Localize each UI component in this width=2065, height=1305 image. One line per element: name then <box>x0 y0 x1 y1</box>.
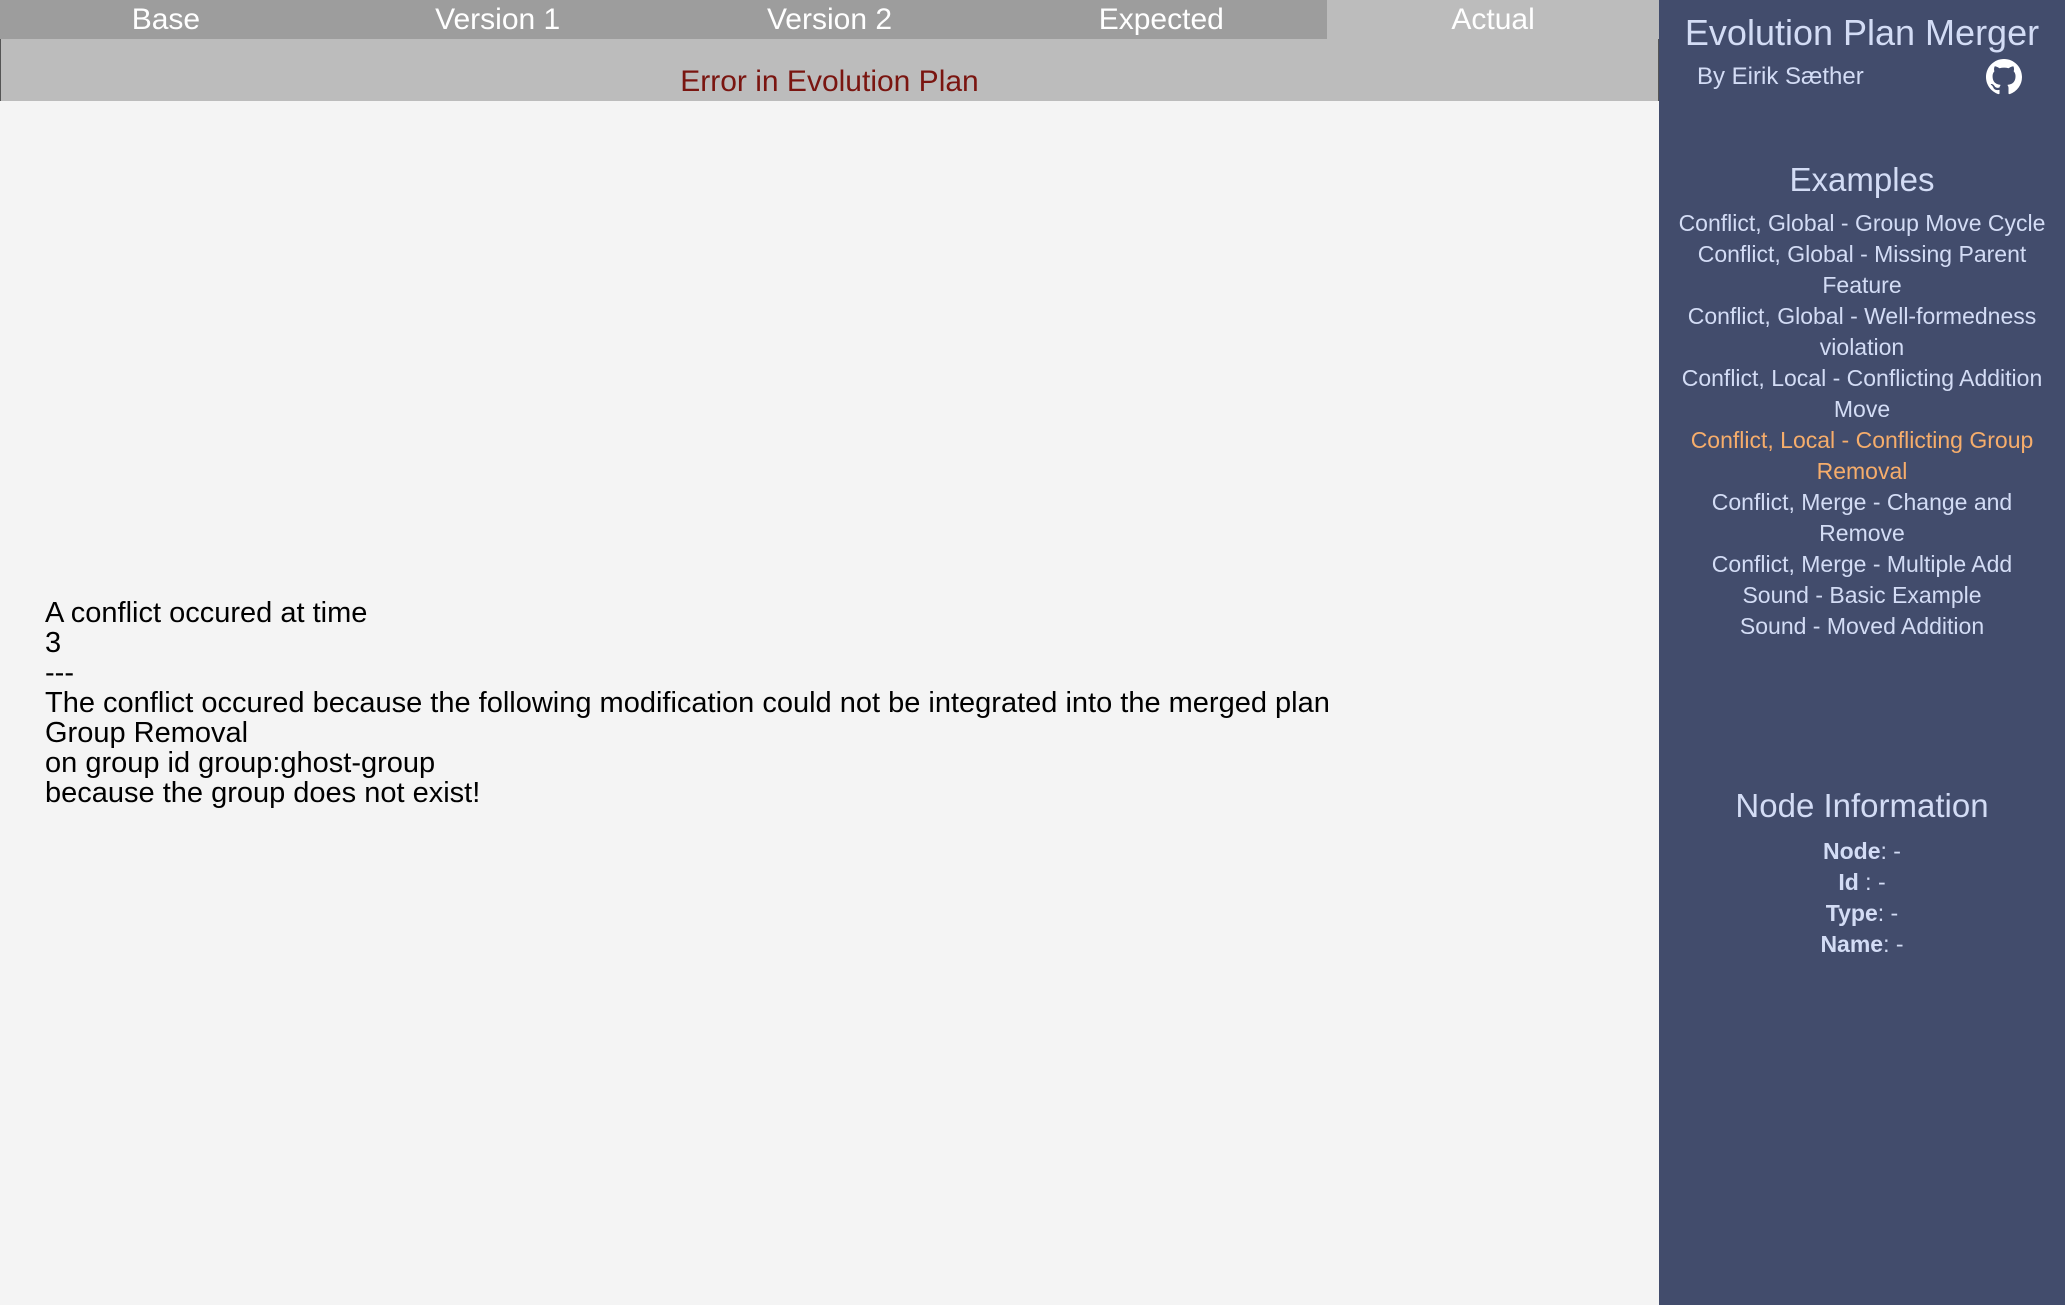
name-label: Name <box>1820 931 1884 957</box>
github-icon[interactable] <box>1986 59 2022 95</box>
sidebar: Evolution Plan Merger By Eirik Sæther Ex… <box>1659 0 2065 1305</box>
type-value: : - <box>1877 900 1899 926</box>
example-link[interactable]: Conflict, Global - Well-formedness viola… <box>1671 301 2053 363</box>
message-line: because the group does not exist! <box>45 777 481 809</box>
main-panel: Base Version 1 Version 2 Expected Actual… <box>0 0 1659 1305</box>
node-label: Node <box>1823 838 1881 864</box>
author-credit: By Eirik Sæther <box>1697 63 1864 90</box>
node-info-name: Name: - <box>1659 929 2065 960</box>
example-link[interactable]: Sound - Moved Addition <box>1671 611 2053 642</box>
node-value: : - <box>1880 838 1901 864</box>
examples-heading: Examples <box>1789 161 1935 198</box>
node-info-heading: Node Information <box>1735 787 1989 824</box>
example-link[interactable]: Conflict, Merge - Multiple Add <box>1671 549 2053 580</box>
node-info-id: Id : - <box>1659 867 2065 898</box>
id-value: : - <box>1858 869 1886 895</box>
node-info-node: Node: - <box>1659 836 2065 867</box>
message-line: A conflict occured at time <box>45 597 368 629</box>
tab-version-2[interactable]: Version 2 <box>663 0 996 39</box>
node-info-panel: Node: - Id : - Type: - Name: - <box>1659 836 2065 960</box>
error-header: Error in Evolution Plan <box>0 39 1659 101</box>
conflict-message: A conflict occured at time 3 --- The con… <box>45 598 1330 808</box>
message-line: on group id group:ghost-group <box>45 747 436 779</box>
type-label: Type <box>1825 900 1878 926</box>
tab-bar: Base Version 1 Version 2 Expected Actual <box>0 0 1659 39</box>
tab-actual[interactable]: Actual <box>1327 0 1659 39</box>
examples-list: Conflict, Global - Group Move Cycle Conf… <box>1671 208 2053 642</box>
tab-base[interactable]: Base <box>0 0 332 39</box>
message-line: 3 <box>45 627 62 659</box>
name-value: : - <box>1883 931 1904 957</box>
message-line: Group Removal <box>45 717 249 749</box>
example-link[interactable]: Conflict, Global - Missing Parent Featur… <box>1671 239 2053 301</box>
example-link[interactable]: Conflict, Global - Group Move Cycle <box>1671 208 2053 239</box>
error-title: Error in Evolution Plan <box>680 65 979 98</box>
node-info-type: Type: - <box>1659 898 2065 929</box>
message-line: The conflict occured because the followi… <box>45 687 1330 719</box>
example-link-selected[interactable]: Conflict, Local - Conflicting Group Remo… <box>1671 425 2053 487</box>
example-link[interactable]: Conflict, Local - Conflicting Addition M… <box>1671 363 2053 425</box>
message-line: --- <box>45 657 74 689</box>
app-title: Evolution Plan Merger <box>1684 12 2040 53</box>
tab-expected[interactable]: Expected <box>995 0 1328 39</box>
example-link[interactable]: Sound - Basic Example <box>1671 580 2053 611</box>
tab-version-1[interactable]: Version 1 <box>331 0 664 39</box>
example-link[interactable]: Conflict, Merge - Change and Remove <box>1671 487 2053 549</box>
id-label: Id <box>1838 869 1859 895</box>
